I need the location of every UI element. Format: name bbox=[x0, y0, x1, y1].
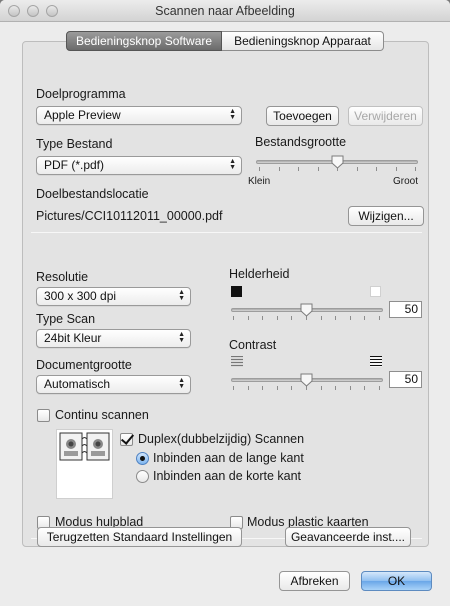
brightness-value-field[interactable]: 50 bbox=[389, 301, 422, 318]
bind-long-edge-radio[interactable] bbox=[136, 452, 149, 465]
file-size-slider-knob[interactable] bbox=[331, 155, 344, 169]
restore-defaults-button[interactable]: Terugzetten Standaard Instellingen bbox=[37, 527, 242, 547]
change-destination-button[interactable]: Wijzigen... bbox=[348, 206, 424, 226]
section-divider bbox=[31, 232, 422, 233]
high-contrast-icon bbox=[370, 356, 382, 367]
advanced-settings-button[interactable]: Geavanceerde inst.... bbox=[285, 527, 411, 547]
settings-panel: Doelprogramma Apple Preview ▲ ▼ Toevoegen… bbox=[22, 41, 429, 547]
file-size-min-label: Klein bbox=[248, 176, 271, 187]
popup-arrows-icon: ▲ ▼ bbox=[178, 377, 185, 390]
contrast-label: Contrast bbox=[229, 338, 277, 352]
scan-type-value: 24bit Kleur bbox=[44, 331, 102, 345]
popup-arrows-icon: ▲ ▼ bbox=[229, 108, 236, 121]
document-size-select[interactable]: Automatisch ▲ ▼ bbox=[36, 375, 191, 394]
continuous-scan-label: Continu scannen bbox=[55, 408, 149, 422]
continuous-scan-checkbox[interactable] bbox=[37, 409, 50, 422]
duplex-scan-checkbox[interactable] bbox=[120, 433, 133, 446]
dialog-content: Bedieningsknop Software Bedieningsknop A… bbox=[0, 22, 450, 606]
target-app-label: Doelprogramma bbox=[36, 87, 126, 101]
popup-arrows-icon: ▲ ▼ bbox=[178, 289, 185, 302]
duplex-scan-label: Duplex(dubbelzijdig) Scannen bbox=[138, 432, 305, 446]
light-square-icon bbox=[370, 286, 381, 297]
file-size-label: Bestandsgrootte bbox=[255, 135, 347, 149]
bind-short-edge-radio[interactable] bbox=[136, 470, 149, 483]
cancel-button[interactable]: Afbreken bbox=[279, 571, 350, 591]
file-size-max-label: Groot bbox=[393, 176, 419, 187]
tab-device-button[interactable]: Bedieningsknop Apparaat bbox=[222, 31, 384, 51]
title-bar[interactable]: Scannen naar Afbeelding bbox=[0, 0, 450, 22]
document-size-label: Documentgrootte bbox=[36, 358, 132, 372]
document-size-value: Automatisch bbox=[44, 377, 111, 391]
scan-type-label: Type Scan bbox=[36, 312, 96, 326]
resolution-value: 300 x 300 dpi bbox=[44, 289, 117, 303]
bind-short-edge-label: Inbinden aan de korte kant bbox=[153, 469, 302, 483]
popup-arrows-icon: ▲ ▼ bbox=[229, 158, 236, 171]
contrast-slider-knob[interactable] bbox=[300, 373, 313, 387]
bind-long-edge-label: Inbinden aan de lange kant bbox=[153, 451, 304, 465]
remove-button[interactable]: Verwijderen bbox=[348, 106, 423, 126]
duplex-preview-image bbox=[56, 429, 113, 499]
contrast-value-field[interactable]: 50 bbox=[389, 371, 422, 388]
file-type-value: PDF (*.pdf) bbox=[44, 158, 105, 172]
duplex-pages-icon bbox=[59, 432, 110, 461]
add-button[interactable]: Toevoegen bbox=[266, 106, 339, 126]
target-app-value: Apple Preview bbox=[44, 108, 121, 122]
resolution-select[interactable]: 300 x 300 dpi ▲ ▼ bbox=[36, 287, 191, 306]
low-contrast-icon bbox=[231, 356, 243, 367]
file-type-label: Type Bestand bbox=[36, 137, 113, 151]
ok-button[interactable]: OK bbox=[361, 571, 432, 591]
file-type-select[interactable]: PDF (*.pdf) ▲ ▼ bbox=[36, 156, 242, 175]
brightness-slider-knob[interactable] bbox=[300, 303, 313, 317]
resolution-label: Resolutie bbox=[36, 270, 89, 284]
scan-to-image-dialog: Scannen naar Afbeelding Bedieningsknop S… bbox=[0, 0, 450, 606]
destination-label: Doelbestandslocatie bbox=[36, 187, 149, 201]
popup-arrows-icon: ▲ ▼ bbox=[178, 331, 185, 344]
tab-bar: Bedieningsknop Software Bedieningsknop A… bbox=[66, 31, 384, 51]
window-title: Scannen naar Afbeelding bbox=[155, 4, 295, 18]
scan-type-select[interactable]: 24bit Kleur ▲ ▼ bbox=[36, 329, 191, 348]
destination-path: Pictures/CCI10112011_00000.pdf bbox=[36, 209, 223, 223]
brightness-label: Helderheid bbox=[229, 267, 290, 281]
target-app-select[interactable]: Apple Preview ▲ ▼ bbox=[36, 106, 242, 125]
tab-software-button[interactable]: Bedieningsknop Software bbox=[66, 31, 222, 51]
dark-square-icon bbox=[231, 286, 242, 297]
